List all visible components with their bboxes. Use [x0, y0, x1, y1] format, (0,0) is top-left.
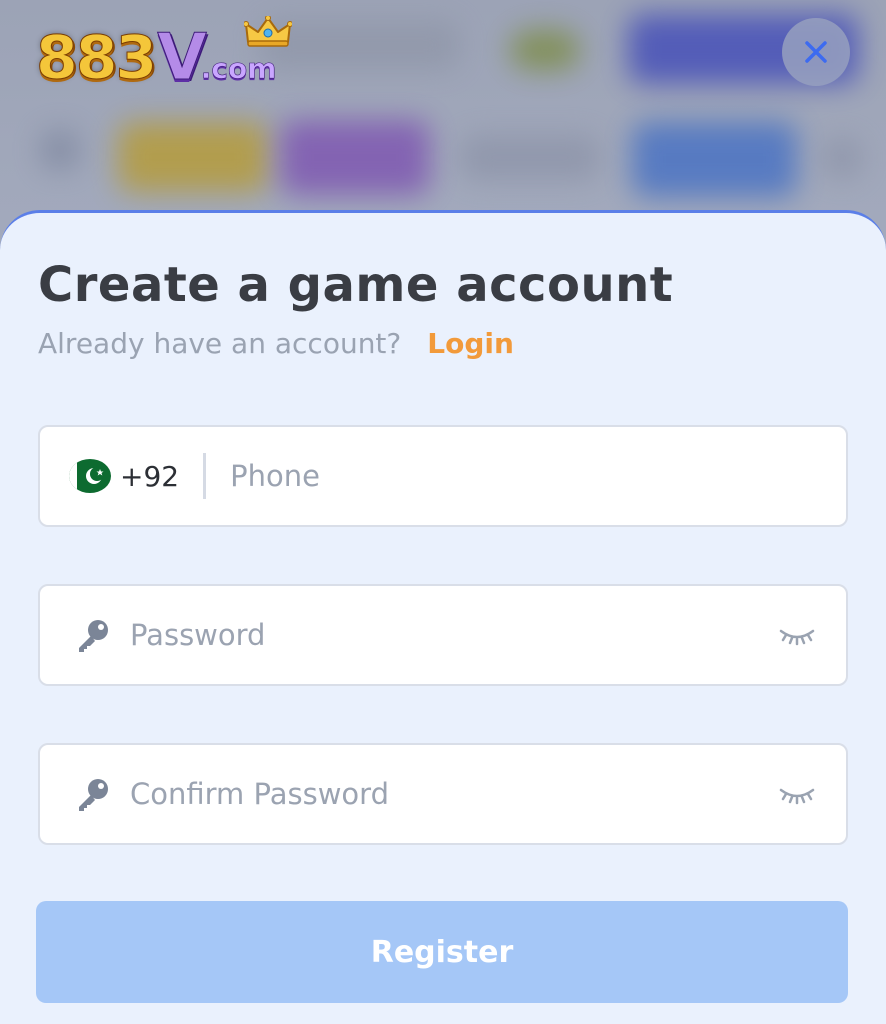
login-prompt: Already have an account? Login: [38, 327, 514, 360]
password-field: [38, 584, 848, 686]
register-sheet: Create a game account Already have an ac…: [0, 210, 886, 1024]
logo-suffix: .com: [200, 52, 277, 85]
crown-icon: [244, 16, 292, 47]
phone-input[interactable]: [206, 427, 846, 525]
login-prompt-text: Already have an account?: [38, 327, 402, 360]
close-icon: [805, 41, 827, 63]
login-link[interactable]: Login: [427, 327, 514, 360]
key-icon: [79, 620, 108, 652]
phone-field: +92: [38, 425, 848, 527]
logo-letter: V: [157, 21, 208, 95]
register-page: 883 V .com Create a game account Already…: [0, 0, 886, 1024]
page-title: Create a game account: [38, 257, 674, 313]
key-icon: [79, 779, 108, 811]
register-button[interactable]: Register: [36, 901, 848, 1003]
confirm-password-field: [38, 743, 848, 845]
brand-logo: 883 V .com: [35, 16, 292, 95]
pakistan-flag-icon: [69, 459, 111, 493]
country-code-selector[interactable]: +92: [40, 427, 179, 525]
eye-closed-icon[interactable]: [778, 623, 816, 647]
close-button[interactable]: [782, 18, 850, 86]
country-code: +92: [120, 459, 180, 493]
confirm-password-input[interactable]: [130, 745, 778, 843]
logo-number: 883: [35, 23, 157, 93]
eye-closed-icon[interactable]: [778, 782, 816, 806]
password-input[interactable]: [130, 586, 778, 684]
